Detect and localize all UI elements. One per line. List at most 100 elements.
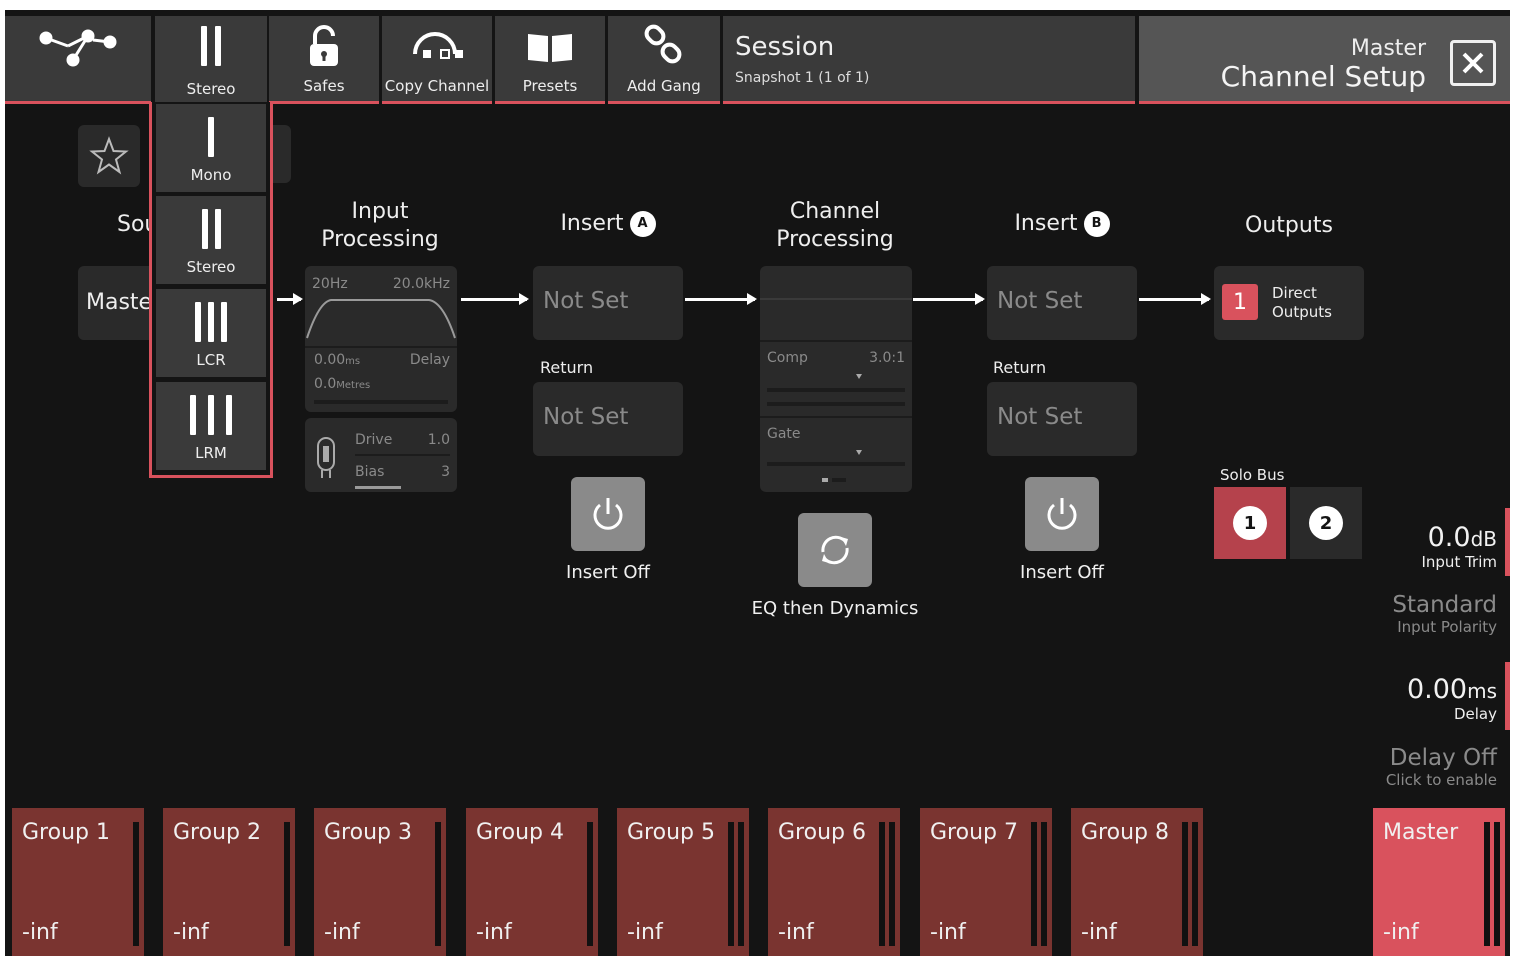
star-icon [89,136,129,175]
group-strip[interactable]: Group 5 -inf [617,808,749,956]
master-strip[interactable]: Master -inf [1373,808,1505,956]
insert-b-return[interactable]: Not Set [987,382,1137,456]
strip-level: -inf [1081,920,1117,945]
valve-panel[interactable]: Drive 1.0 Bias 3 [305,418,457,492]
group-strip[interactable]: Group 1 -inf [12,808,144,956]
toolbar: Stereo Safes Copy Channel Presets Add Ga… [5,10,1510,106]
channel-type-label: Stereo [186,80,236,98]
insert-b-return-value: Not Set [997,404,1083,430]
group-strip[interactable]: Group 6 -inf [768,808,900,956]
insert-a-return[interactable]: Not Set [533,382,683,456]
channel-processing-title-1: Channel [789,199,881,224]
level-meter [284,822,290,946]
format-lrm-label: LRM [195,444,227,462]
close-icon [1462,52,1484,74]
insert-b-send-value: Not Set [997,288,1083,314]
delay-control[interactable]: 0.00ms Delay [1407,674,1497,723]
insert-a-badge: A [629,211,656,237]
input-trim-display: 0.0dB [1421,522,1497,553]
presets-label: Presets [522,77,578,95]
insert-a-send[interactable]: Not Set [533,266,683,340]
solo-bus-2-button[interactable]: 2 [1290,487,1362,559]
safes-button[interactable]: Safes [269,16,379,104]
strip-level: -inf [173,920,209,945]
format-stereo[interactable]: Stereo [156,196,266,284]
channel-processing-title-2: Processing [776,227,894,252]
format-lrm[interactable]: LRM [156,382,266,470]
input-trim-label: Input Trim [1421,553,1497,571]
filter-curve [306,299,456,339]
hpf-value: 20Hz [312,276,348,292]
input-processing-panel[interactable]: 20Hz 20.0kHz 0.00ms Delay 0.0Metres [305,266,457,412]
delay-marker [1505,662,1510,730]
insert-b-heading: Insert B [987,210,1137,238]
format-lcr-label: LCR [196,351,226,369]
input-polarity-control[interactable]: Standard Input Polarity [1392,592,1497,636]
copy-channel-label: Copy Channel [384,77,490,95]
input-trim-marker [1505,508,1510,576]
level-meter [879,822,885,946]
lrm-icon [156,394,266,436]
delay-ms-value: 0.00 [314,352,346,368]
gate-label: Gate [767,426,801,442]
level-meter [1192,822,1198,946]
drive-label: Drive [355,432,393,448]
level-meter [1041,822,1047,946]
link-icon [608,24,720,68]
mono-icon [156,116,266,158]
flow-arrow [277,293,303,305]
format-mono-label: Mono [190,166,232,184]
group-strip[interactable]: Group 4 -inf [466,808,598,956]
delay-state: Delay Off [1389,745,1497,771]
page-header: Master Channel Setup [1139,16,1510,104]
delay-metres-unit: Metres [336,380,371,391]
presets-button[interactable]: Presets [495,16,605,104]
insert-b-power-button[interactable] [1025,477,1099,551]
level-meter [133,822,139,946]
flow-arrow [913,293,985,305]
group-strip[interactable]: Group 2 -inf [163,808,295,956]
strip-level: -inf [930,920,966,945]
group-strip[interactable]: Group 7 -inf [920,808,1052,956]
session-panel[interactable]: Session Snapshot 1 (1 of 1) [723,16,1135,104]
channel-processing-panel[interactable]: Comp 3.0:1 Gate [760,266,912,492]
add-gang-button[interactable]: Add Gang [608,16,720,104]
flow-arrow [1139,293,1211,305]
processing-order-label: EQ then Dynamics [751,598,919,619]
close-button[interactable] [1450,40,1496,86]
routing-button[interactable] [5,16,151,104]
copy-channel-icon [382,24,492,68]
swap-order-icon [821,535,849,565]
strip-level: -inf [22,920,58,945]
stereo-icon [156,208,266,250]
strip-name: Group 6 [778,820,866,845]
favourite-button[interactable] [78,125,140,187]
group-strip[interactable]: Group 3 -inf [314,808,446,956]
group-strip[interactable]: Group 8 -inf [1071,808,1203,956]
delay-toggle[interactable]: Delay Off Click to enable [1386,745,1497,789]
channel-type-button[interactable]: Stereo [155,16,267,104]
delay-metres-display: 0.0Metres [314,376,370,392]
processing-order-button[interactable] [798,513,872,587]
input-trim-control[interactable]: 0.0dB Input Trim [1421,522,1497,571]
level-meter [1031,822,1037,946]
insert-a-power-button[interactable] [571,477,645,551]
solo-bus-1-button[interactable]: 1 [1214,487,1286,559]
strip-name: Group 4 [476,820,564,845]
input-processing-title-2: Processing [321,227,439,252]
level-meter [1494,822,1500,946]
format-mono[interactable]: Mono [156,104,266,192]
direct-outputs-count: 1 [1222,284,1258,320]
format-lcr[interactable]: LCR [156,289,266,377]
insert-b-state: Insert Off [1020,562,1104,583]
level-meter [435,822,441,946]
comp-label: Comp [767,350,808,366]
insert-b-send[interactable]: Not Set [987,266,1137,340]
input-trim-value: 0.0 [1427,522,1471,553]
lock-icon [269,24,379,68]
copy-channel-button[interactable]: Copy Channel [382,16,492,104]
direct-outputs-button[interactable]: 1 Direct Outputs [1214,266,1364,340]
flow-arrow [461,293,529,305]
delay-metres-value: 0.0 [314,376,337,392]
strip-name: Group 5 [627,820,715,845]
